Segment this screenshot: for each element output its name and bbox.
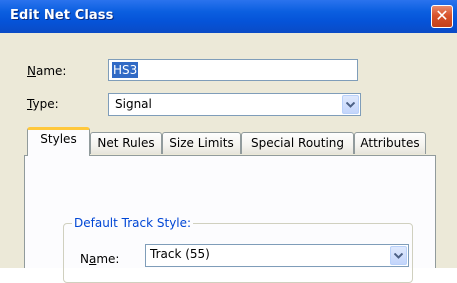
tab-net-rules-label: Net Rules [97, 136, 155, 150]
track-name-label: Name: [80, 252, 120, 266]
tab-styles-label: Styles [40, 132, 77, 146]
tab-attributes[interactable]: Attributes [354, 132, 426, 154]
title-bar[interactable]: Edit Net Class ✕ [0, 0, 457, 33]
type-select[interactable]: Signal [108, 93, 361, 116]
tab-special-routing-label: Special Routing [250, 136, 345, 150]
name-label-rest: ame: [35, 64, 67, 78]
group-title: Default Track Style: [72, 216, 194, 230]
tab-attributes-label: Attributes [360, 136, 420, 150]
track-style-select[interactable]: Track (55) [145, 244, 409, 267]
window-title: Edit Net Class [10, 8, 114, 23]
chevron-down-icon[interactable] [390, 246, 407, 265]
close-icon[interactable]: ✕ [431, 5, 453, 28]
name-label: Name: [27, 64, 66, 78]
tab-net-rules[interactable]: Net Rules [90, 132, 162, 154]
track-style-value: Track (55) [150, 247, 210, 261]
tab-size-limits[interactable]: Size Limits [162, 132, 241, 154]
track-name-label-mnemonic: a [88, 252, 97, 266]
name-label-mnemonic: N [27, 64, 36, 78]
tab-special-routing[interactable]: Special Routing [241, 132, 354, 154]
chevron-down-icon[interactable] [342, 95, 359, 114]
tab-styles[interactable]: Styles [27, 127, 90, 156]
type-label-rest: ype: [32, 97, 59, 111]
type-label: Type: [27, 97, 59, 111]
styles-tab-panel: Default Track Style: Name: Track (55) [24, 155, 436, 283]
name-value: HS3 [112, 62, 139, 78]
tab-size-limits-label: Size Limits [169, 136, 234, 150]
name-field[interactable]: HS3 [108, 59, 358, 81]
type-value: Signal [115, 97, 152, 111]
